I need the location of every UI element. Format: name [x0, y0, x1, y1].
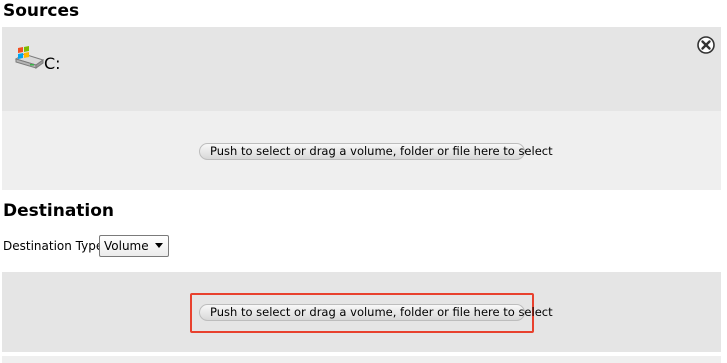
destination-type-value: Volume: [104, 239, 149, 253]
page: Sources C: Push to select or drag a volu…: [0, 0, 727, 363]
bottom-panel-edge: [2, 356, 721, 363]
source-item-panel: [2, 27, 721, 111]
source-select-button[interactable]: Push to select or drag a volume, folder …: [199, 143, 553, 160]
source-drive-label[interactable]: C:: [44, 54, 61, 74]
sources-heading: Sources: [3, 1, 80, 21]
windows-drive-icon: [12, 45, 45, 71]
destination-type-label: Destination Type:: [3, 239, 108, 253]
destination-type-dropdown[interactable]: Volume: [99, 235, 169, 257]
chevron-down-icon: [155, 243, 163, 248]
destination-select-button[interactable]: Push to select or drag a volume, folder …: [199, 304, 553, 321]
destination-heading: Destination: [3, 201, 115, 221]
remove-source-close-icon[interactable]: [697, 36, 715, 54]
